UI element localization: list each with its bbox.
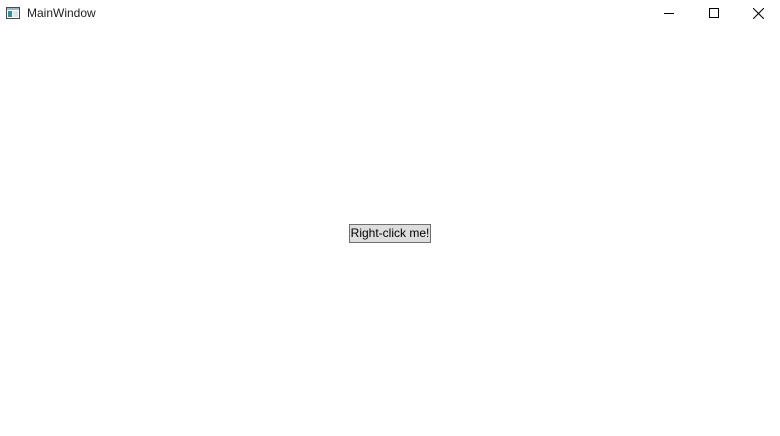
client-area[interactable]: Right-click me! bbox=[0, 26, 780, 436]
close-button[interactable] bbox=[736, 0, 780, 26]
close-icon bbox=[753, 7, 764, 19]
maximize-icon bbox=[708, 8, 719, 18]
title-bar[interactable]: MainWindow bbox=[0, 0, 780, 26]
minimize-icon bbox=[663, 13, 674, 14]
right-click-button[interactable]: Right-click me! bbox=[349, 224, 431, 243]
window-app-icon[interactable] bbox=[6, 6, 20, 19]
maximize-button[interactable] bbox=[691, 0, 736, 26]
window-title: MainWindow bbox=[27, 6, 96, 20]
main-window: MainWindow Right-click me! bbox=[0, 0, 780, 436]
minimize-button[interactable] bbox=[646, 0, 691, 26]
